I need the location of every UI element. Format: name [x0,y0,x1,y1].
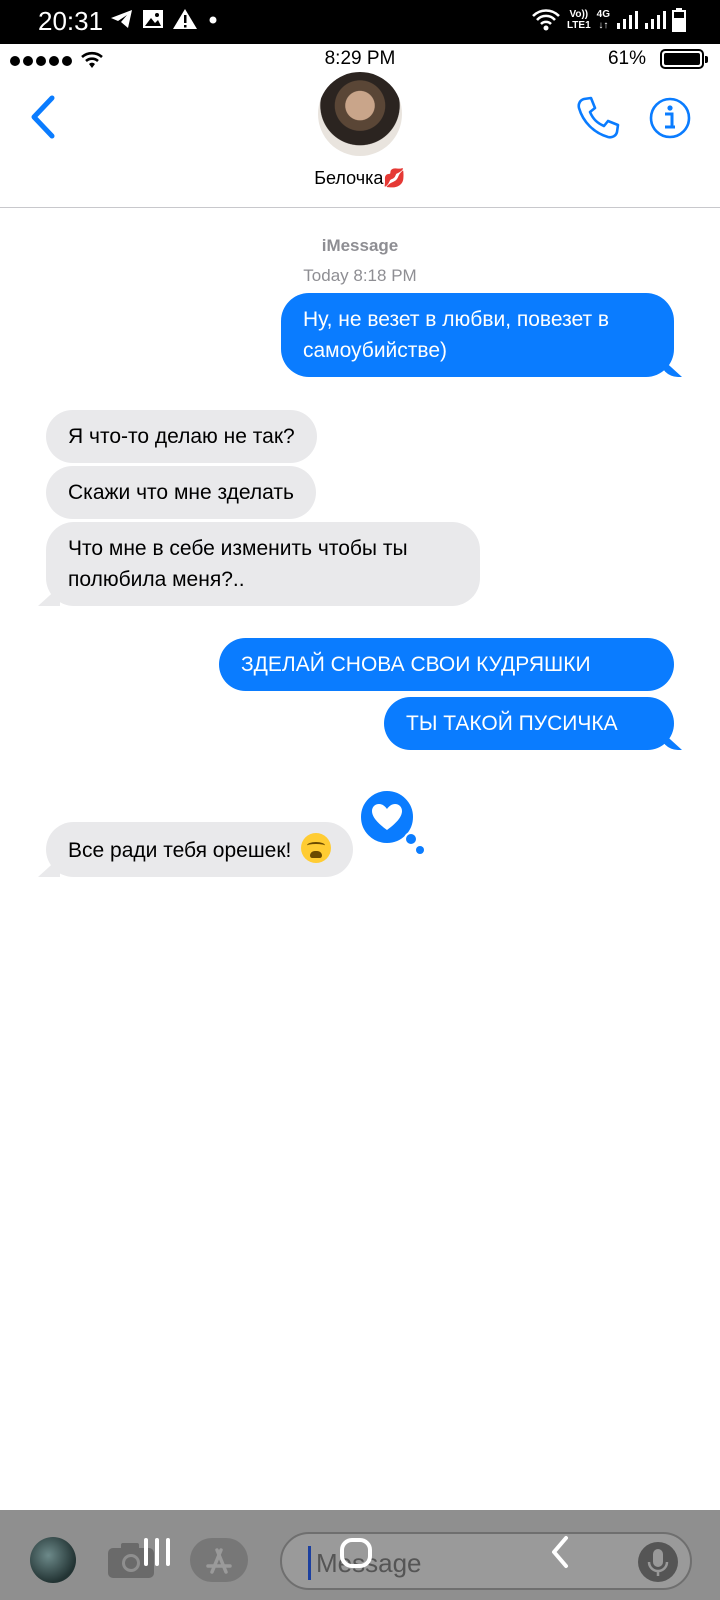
notification-dot-icon [209,16,217,24]
message-received-2[interactable]: Скажи что мне зделать [46,466,316,519]
message-text: ТЫ ТАКОЙ ПУСИЧКА [406,712,618,735]
message-received-4[interactable]: Все ради тебя орешек! [46,822,354,877]
message-input[interactable]: Message [280,1532,692,1590]
cell-signal-2-icon [645,11,666,29]
android-clock: 20:31 [38,6,104,36]
message-sent-2[interactable]: ЗДЕЛАЙ СНОВА СВОИ КУДРЯШКИ [219,638,674,691]
contact-name[interactable]: Белочка💋 [0,168,720,189]
thread-timestamp: Today 8:18 PM [303,266,417,285]
contact-avatar[interactable] [318,72,402,156]
message-text: Я что-то делаю не так? [68,425,295,448]
android-system-icons: Vo)) LTE1 4G ↓↑ [531,8,686,32]
message-received-1[interactable]: Я что-то делаю не так? [46,410,317,463]
heart-reaction-icon [372,804,402,830]
info-icon[interactable] [648,96,692,140]
message-text: ЗДЕЛАЙ СНОВА СВОИ КУДРЯШКИ [241,653,591,676]
camera-icon[interactable] [106,1540,156,1580]
reaction-tail-dot [404,832,418,846]
volte-label: Vo)) [569,9,589,20]
phone-icon[interactable] [574,94,622,142]
message-text: Все ради тебя орешек! [68,839,292,862]
network-type-label: 4G [596,9,610,20]
battery-icon [672,8,686,32]
reaction-tail-dot-small [416,846,424,854]
message-text: Что мне в себе изменить чтобы ты полюбил… [68,537,408,591]
photos-app-button[interactable] [30,1537,76,1583]
message-sent-1[interactable]: Ну, не везет в любви, повезет в самоубий… [281,293,674,377]
app-store-button[interactable] [190,1538,248,1582]
image-icon [143,10,163,28]
app-store-icon [206,1548,232,1574]
message-text: Ну, не везет в любви, повезет в самоубий… [303,308,610,362]
mic-icon [647,1549,669,1576]
message-sent-3[interactable]: ТЫ ТАКОЙ ПУСИЧКА [384,697,674,750]
text-cursor [308,1546,311,1580]
ios-battery-percent: 61% [607,48,646,69]
android-status-bar: 20:31 Vo)) LTE1 4G ↓↑ [0,0,720,44]
message-text: Скажи что мне зделать [68,481,294,504]
volte-indicator: Vo)) LTE1 [567,9,591,31]
back-chevron-icon[interactable] [24,92,64,142]
conversation-header: Белочка💋 [0,72,720,208]
ios-battery-icon [660,49,708,69]
wifi-signal-icon [532,9,560,31]
service-label: iMessage [321,236,399,255]
android-notification-icons [110,8,220,30]
lte-label: LTE1 [566,20,591,31]
message-placeholder: Message [316,1548,422,1578]
telegram-icon [111,10,132,28]
composer-bar: Message [0,1510,720,1600]
cell-signal-icon [617,11,638,29]
message-received-3[interactable]: Что мне в себе изменить чтобы ты полюбил… [46,522,480,606]
warning-icon [173,9,197,29]
sob-emoji-icon [301,833,332,863]
mic-button[interactable] [638,1542,678,1582]
network-type: 4G ↓↑ [596,9,610,31]
